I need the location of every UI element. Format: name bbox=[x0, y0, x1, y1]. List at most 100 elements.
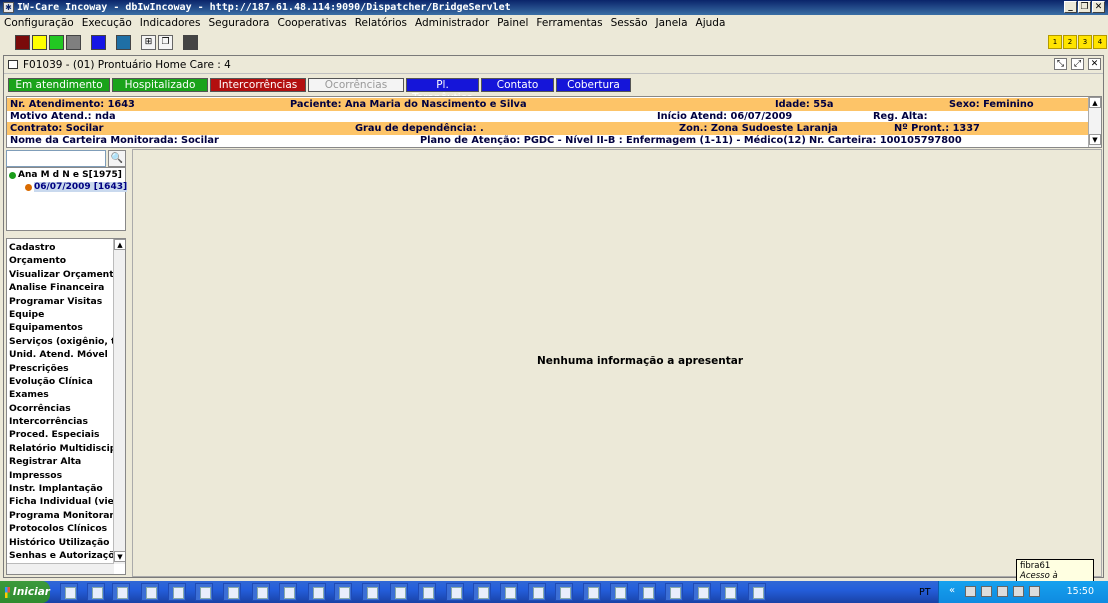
list-item[interactable]: Senhas e Autorizações bbox=[7, 549, 114, 562]
ie-icon[interactable] bbox=[112, 583, 130, 601]
nav-horizontal-scrollbar[interactable] bbox=[7, 563, 114, 574]
menu-indicadores[interactable]: Indicadores bbox=[140, 17, 201, 29]
scroll-down-icon[interactable]: ▼ bbox=[114, 551, 125, 562]
taskbar-app-icon[interactable] bbox=[610, 583, 628, 601]
taskbar-app-icon[interactable] bbox=[693, 583, 711, 601]
list-item[interactable]: Impressos bbox=[7, 469, 114, 482]
menu-janela[interactable]: Janela bbox=[656, 17, 688, 29]
volume-icon[interactable] bbox=[1013, 586, 1024, 597]
signal-icon[interactable] bbox=[997, 586, 1008, 597]
list-item[interactable]: Visualizar Orçamento bbox=[7, 268, 114, 281]
taskbar-app-icon[interactable] bbox=[720, 583, 738, 601]
dark-square-icon[interactable] bbox=[183, 35, 198, 50]
taskbar-app-icon[interactable] bbox=[418, 583, 436, 601]
taskbar-app-icon[interactable] bbox=[334, 583, 352, 601]
taskbar-app-icon[interactable] bbox=[528, 583, 546, 601]
taskbar-app-icon[interactable] bbox=[279, 583, 297, 601]
taskbar-app-icon[interactable] bbox=[473, 583, 491, 601]
color-button-gray[interactable] bbox=[66, 35, 81, 50]
menu-administrador[interactable]: Administrador bbox=[415, 17, 489, 29]
tree-child-node[interactable]: 06/07/2009 [1643] bbox=[25, 182, 128, 192]
taskbar-app-icon[interactable] bbox=[141, 583, 159, 601]
list-item[interactable]: Cadastro bbox=[7, 241, 114, 254]
list-item[interactable]: Instr. Implantação bbox=[7, 482, 114, 495]
scroll-down-icon[interactable]: ▼ bbox=[1089, 134, 1101, 145]
shortcut-button-1[interactable]: 1 bbox=[1048, 35, 1062, 49]
excel-icon[interactable] bbox=[638, 583, 656, 601]
list-item[interactable]: Orçamento bbox=[7, 254, 114, 267]
shortcut-button-2[interactable]: 2 bbox=[1063, 35, 1077, 49]
list-item[interactable]: Equipe bbox=[7, 308, 114, 321]
cascade-windows-icon[interactable]: ❐ bbox=[158, 35, 173, 50]
list-item[interactable]: Intercorrências bbox=[7, 415, 114, 428]
menu-seguradora[interactable]: Seguradora bbox=[208, 17, 269, 29]
list-item[interactable]: Prescrições bbox=[7, 362, 114, 375]
list-item[interactable]: Histórico Utilização bbox=[7, 536, 114, 549]
start-button[interactable]: Iniciar bbox=[0, 581, 50, 603]
color-button-yellow[interactable] bbox=[32, 35, 47, 50]
quicklaunch-icon[interactable] bbox=[60, 583, 78, 601]
taskbar-app-icon[interactable] bbox=[665, 583, 683, 601]
list-item[interactable]: Ocorrências bbox=[7, 402, 114, 415]
menu-relatorios[interactable]: Relatórios bbox=[355, 17, 407, 29]
tray-app-icon[interactable] bbox=[1029, 586, 1040, 597]
tab-intercorrencias[interactable]: Intercorrências bbox=[210, 78, 306, 92]
taskbar-app-icon[interactable] bbox=[308, 583, 326, 601]
taskbar-app-icon[interactable] bbox=[446, 583, 464, 601]
info-scrollbar[interactable]: ▲ ▼ bbox=[1088, 97, 1101, 147]
shortcut-button-3[interactable]: 3 bbox=[1078, 35, 1092, 49]
tab-ocorrencias[interactable]: Ocorrências bbox=[308, 78, 404, 92]
shortcut-button-4[interactable]: 4 bbox=[1093, 35, 1107, 49]
skype-icon[interactable] bbox=[195, 583, 213, 601]
quicklaunch-icon[interactable] bbox=[87, 583, 105, 601]
tab-hospitalizado[interactable]: Hospitalizado bbox=[112, 78, 208, 92]
taskbar-app-icon[interactable] bbox=[223, 583, 241, 601]
menu-ajuda[interactable]: Ajuda bbox=[696, 17, 726, 29]
taskbar-app-icon[interactable] bbox=[748, 583, 766, 601]
scroll-up-icon[interactable]: ▲ bbox=[114, 239, 125, 250]
close-icon[interactable]: ✕ bbox=[1092, 1, 1105, 13]
list-item[interactable]: Programa Monitoramer bbox=[7, 509, 114, 522]
list-item[interactable]: Ficha Individual (viewer bbox=[7, 495, 114, 508]
tab-em-atendimento[interactable]: Em atendimento bbox=[8, 78, 110, 92]
list-item[interactable]: Proced. Especiais bbox=[7, 428, 114, 441]
search-input[interactable] bbox=[6, 150, 106, 167]
color-button-blue[interactable] bbox=[91, 35, 106, 50]
menu-ferramentas[interactable]: Ferramentas bbox=[536, 17, 602, 29]
menu-painel[interactable]: Painel bbox=[497, 17, 528, 29]
list-item[interactable]: Protocolos Clínicos bbox=[7, 522, 114, 535]
nav-vertical-scrollbar[interactable]: ▲ ▼ bbox=[113, 239, 125, 564]
tray-app-icon[interactable] bbox=[981, 586, 992, 597]
minimize-icon[interactable]: _ bbox=[1064, 1, 1077, 13]
search-icon[interactable]: 🔍 bbox=[108, 150, 126, 167]
menu-sessao[interactable]: Sessão bbox=[611, 17, 648, 29]
list-item[interactable]: Serviços (oxigênio, taxa bbox=[7, 335, 114, 348]
list-item[interactable]: Evolução Clínica bbox=[7, 375, 114, 388]
close-frame-icon[interactable]: ✕ bbox=[1088, 58, 1101, 70]
tree-view-icon[interactable]: ⊞ bbox=[141, 35, 156, 50]
taskbar-app-icon[interactable] bbox=[362, 583, 380, 601]
list-item[interactable]: Programar Visitas bbox=[7, 295, 114, 308]
menu-configuracao[interactable]: Configuração bbox=[4, 17, 74, 29]
list-item[interactable]: Exames bbox=[7, 388, 114, 401]
color-button-darkred[interactable] bbox=[15, 35, 30, 50]
color-button-green[interactable] bbox=[49, 35, 64, 50]
taskbar-app-icon[interactable] bbox=[168, 583, 186, 601]
tab-cobertura[interactable]: Cobertura bbox=[556, 78, 631, 92]
clock[interactable]: 15:50 bbox=[1067, 586, 1094, 597]
taskbar-app-icon[interactable] bbox=[555, 583, 573, 601]
list-item[interactable]: Analise Financeira bbox=[7, 281, 114, 294]
restore-icon[interactable]: ❐ bbox=[1078, 1, 1091, 13]
taskbar-app-icon[interactable] bbox=[390, 583, 408, 601]
taskbar-app-icon[interactable] bbox=[583, 583, 601, 601]
list-item[interactable]: Equipamentos bbox=[7, 321, 114, 334]
maximize-frame-icon[interactable]: ⤢ bbox=[1071, 58, 1084, 70]
language-indicator[interactable]: PT bbox=[919, 587, 931, 598]
color-button-teal[interactable] bbox=[116, 35, 131, 50]
taskbar-app-icon[interactable] bbox=[500, 583, 518, 601]
menu-cooperativas[interactable]: Cooperativas bbox=[277, 17, 346, 29]
list-item[interactable]: Unid. Atend. Móvel bbox=[7, 348, 114, 361]
menu-execucao[interactable]: Execução bbox=[82, 17, 132, 29]
list-item[interactable]: Relatório Multidisciplina bbox=[7, 442, 114, 455]
network-icon[interactable] bbox=[965, 586, 976, 597]
